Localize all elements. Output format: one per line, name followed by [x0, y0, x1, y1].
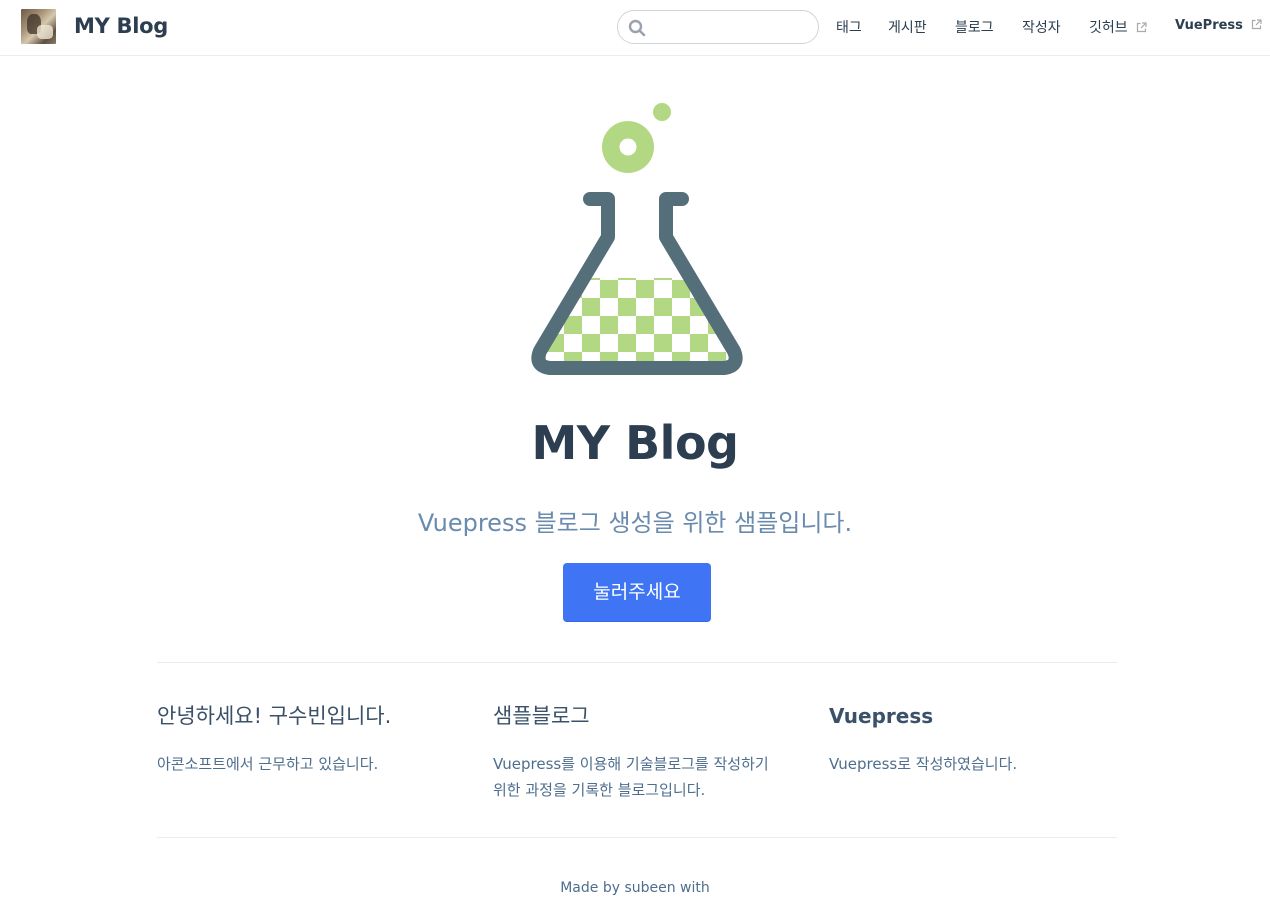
- navbar: MY Blog 태그 게시판 블로그 작성자 깃허브 VuePress: [0, 0, 1270, 56]
- feature-intro: 안녕하세요! 구수빈입니다. 아콘소프트에서 근무하고 있습니다.: [157, 700, 457, 777]
- site-logo-avatar[interactable]: [21, 9, 56, 44]
- nav-item-github-label: 깃허브: [1089, 20, 1128, 36]
- feature-details: Vuepress를 이용해 기술블로그를 작성하기 위한 과정을 기록한 블로그…: [493, 755, 769, 799]
- feature-title: 안녕하세요! 구수빈입니다.: [157, 704, 392, 728]
- nav-item-github-link[interactable]: 깃허브: [1089, 17, 1147, 37]
- hero-description: Vuepress 블로그 생성을 위한 샘플입니다.: [417, 509, 853, 537]
- nav-item-author[interactable]: 작성자: [1022, 17, 1061, 37]
- hero-action-button[interactable]: 눌러주세요: [563, 563, 711, 622]
- footer-divider: [157, 837, 1117, 838]
- features-top-divider: [157, 662, 1117, 663]
- nav-item-board[interactable]: 게시판: [888, 17, 927, 37]
- feature-title: Vuepress: [829, 704, 934, 728]
- external-link-icon: [1136, 21, 1147, 32]
- external-link-icon: [1252, 19, 1263, 30]
- nav-item-blog[interactable]: 블로그: [955, 17, 994, 37]
- feature-title: 샘플블로그: [493, 704, 590, 728]
- hero-flask-logo-icon: [531, 103, 743, 375]
- search-box[interactable]: [617, 10, 819, 44]
- site-name-link[interactable]: MY Blog: [74, 14, 168, 38]
- nav-item-vuepress-link[interactable]: VuePress: [1175, 18, 1263, 33]
- feature-vuepress: Vuepress Vuepress로 작성하였습니다.: [829, 700, 1129, 777]
- hero-title: MY Blog: [531, 416, 739, 470]
- search-icon: [628, 19, 646, 37]
- nav-item-vuepress-label: VuePress: [1175, 18, 1243, 33]
- feature-details: Vuepress로 작성하였습니다.: [829, 755, 1018, 773]
- feature-sample-blog: 샘플블로그 Vuepress를 이용해 기술블로그를 작성하기 위한 과정을 기…: [493, 700, 783, 803]
- search-input[interactable]: [652, 17, 812, 37]
- feature-details: 아콘소프트에서 근무하고 있습니다.: [157, 755, 379, 773]
- nav-item-tags[interactable]: 태그: [836, 17, 862, 37]
- footer-text: Made by subeen with: [560, 880, 710, 896]
